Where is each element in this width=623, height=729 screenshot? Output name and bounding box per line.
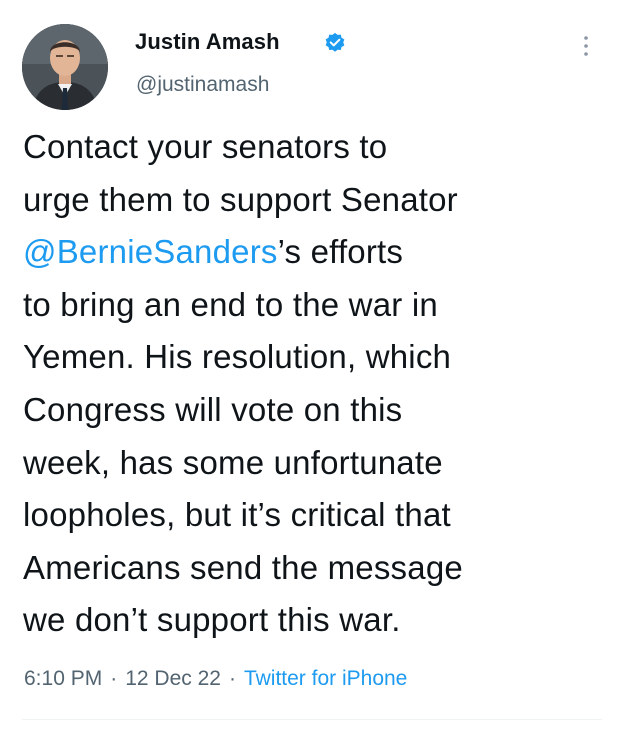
avatar[interactable]: [22, 24, 108, 110]
tweet-line: to bring an end to the war in: [23, 285, 438, 323]
tweet-source-link[interactable]: Twitter for iPhone: [244, 667, 407, 690]
mention-link[interactable]: @BernieSanders: [23, 233, 278, 270]
tweet-card: Justin Amash @justinamash Contact your s…: [0, 0, 623, 729]
tweet-text: Contact your senators to urge them to su…: [23, 121, 603, 647]
meta-separator: ·: [110, 667, 118, 690]
tweet-line-text: ’s efforts: [277, 233, 404, 271]
tweet-date[interactable]: 12 Dec 22: [125, 667, 221, 690]
divider: [22, 719, 602, 720]
verified-badge-icon: [325, 32, 345, 52]
tweet-line: Americans send the message: [23, 548, 463, 586]
author-handle[interactable]: @justinamash: [136, 73, 269, 97]
tweet-line: loopholes, but it’s critical that: [23, 496, 451, 534]
tweet-line: week, has some unfortunate: [23, 443, 443, 481]
tweet-line: urge them to support Senator: [23, 180, 458, 218]
tweet-line: @BernieSanders’s efforts: [23, 226, 603, 279]
author-name[interactable]: Justin Amash: [135, 29, 280, 55]
meta-separator: ·: [228, 667, 236, 690]
tweet-line: Congress will vote on this: [23, 390, 403, 428]
tweet-line: Yemen. His resolution, which: [23, 338, 452, 376]
tweet-meta: 6:10 PM · 12 Dec 22 · Twitter for iPhone: [24, 667, 407, 691]
more-options-icon[interactable]: [580, 34, 592, 58]
tweet-line: Contact your senators to: [23, 128, 388, 165]
tweet-line: we don’t support this war.: [23, 601, 401, 639]
tweet-time[interactable]: 6:10 PM: [24, 667, 102, 690]
